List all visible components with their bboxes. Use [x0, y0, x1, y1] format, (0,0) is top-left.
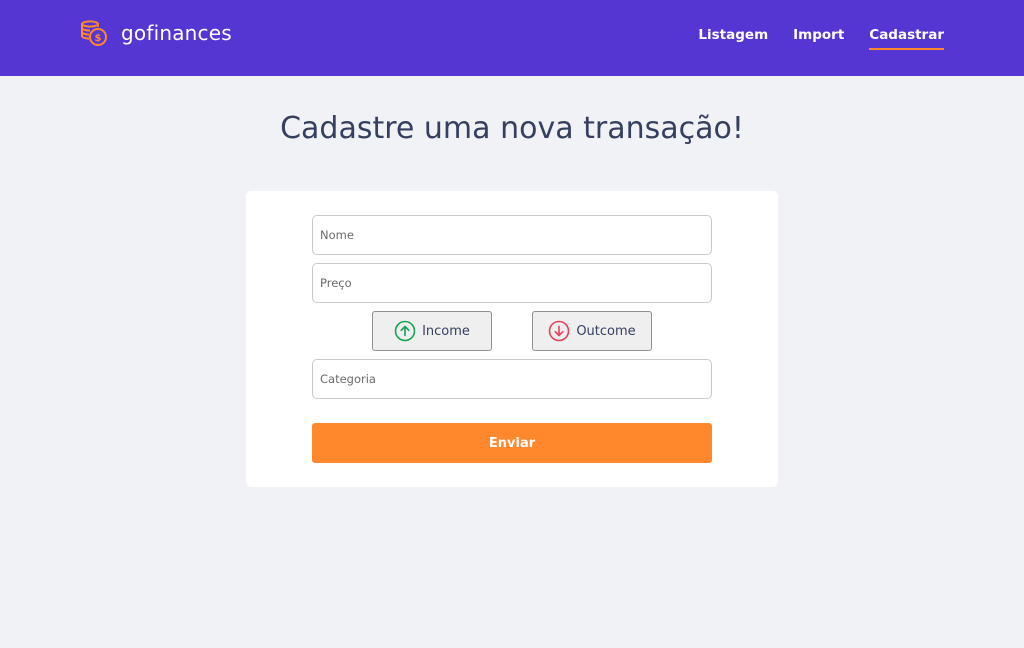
- svg-text:$: $: [95, 33, 102, 44]
- main-nav: Listagem Import Cadastrar: [673, 27, 944, 50]
- app-header: $ gofinances Listagem Import Cadastrar: [0, 0, 1024, 76]
- price-input[interactable]: [312, 263, 712, 303]
- arrow-up-circle-icon: [394, 320, 416, 342]
- arrow-down-circle-icon: [549, 320, 570, 342]
- submit-button[interactable]: Enviar: [312, 423, 712, 463]
- income-label: Income: [422, 323, 470, 339]
- page-title: Cadastre uma nova transação!: [280, 111, 744, 146]
- outcome-label: Outcome: [576, 323, 636, 339]
- nav-link-listagem[interactable]: Listagem: [698, 27, 768, 50]
- name-input[interactable]: [312, 215, 712, 255]
- transaction-form: Income Outcome Enviar: [246, 191, 778, 487]
- coins-dollar-icon: $: [81, 20, 107, 46]
- nav-link-cadastrar[interactable]: Cadastrar: [869, 27, 944, 50]
- brand[interactable]: $ gofinances: [80, 19, 232, 47]
- brand-name: gofinances: [121, 21, 232, 45]
- outcome-button[interactable]: Outcome: [532, 311, 652, 351]
- nav-link-import[interactable]: Import: [793, 27, 844, 50]
- income-button[interactable]: Income: [372, 311, 492, 351]
- category-input[interactable]: [312, 359, 712, 399]
